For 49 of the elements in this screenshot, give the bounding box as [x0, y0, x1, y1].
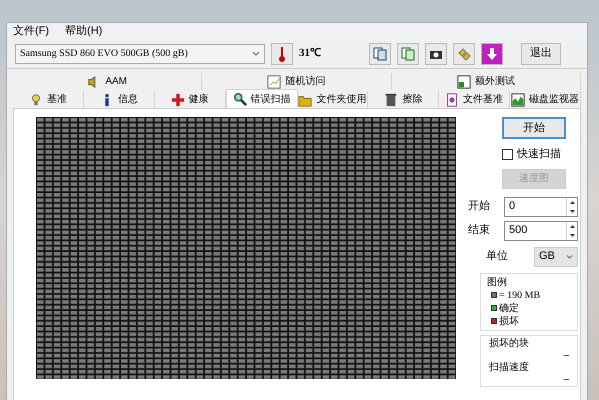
number-field[interactable]: 500: [504, 220, 578, 240]
checkbox[interactable]: [502, 148, 513, 160]
link-button[interactable]: [453, 42, 475, 64]
download-button[interactable]: [481, 42, 503, 64]
tab[interactable]: 文件夹使用: [298, 91, 368, 108]
arrow-down-icon: [486, 46, 498, 60]
copy-icon: [401, 46, 415, 60]
stat-value: –: [563, 350, 569, 362]
checkbox-label: 快速扫描: [517, 147, 561, 162]
stat-value: –: [563, 374, 569, 386]
search-icon: [232, 92, 247, 106]
field-value: 0: [508, 199, 516, 214]
thermometer-button[interactable]: [271, 42, 293, 64]
spin-arrows-icon[interactable]: [566, 198, 577, 216]
stat-label: 损坏的块: [489, 338, 530, 350]
chevron-down-icon: [252, 51, 260, 56]
unit-label: 单位: [485, 249, 508, 264]
chevron-down-icon: [566, 254, 573, 258]
menu-item[interactable]: 文件(F): [13, 22, 50, 40]
cross-icon: [170, 92, 185, 106]
copy-button[interactable]: [369, 42, 391, 64]
window-icon: [456, 74, 471, 88]
drive-name: Samsung SSD 860 EVO 500GB (500 gB): [20, 47, 189, 61]
copy-button[interactable]: [397, 42, 419, 64]
legend-title: 图例: [487, 276, 508, 288]
legend-label: 损坏: [499, 314, 519, 328]
drive-select[interactable]: Samsung SSD 860 EVO 500GB (500 gB): [15, 44, 265, 64]
number-field[interactable]: 0: [504, 196, 578, 216]
tab[interactable]: 磁盘监视器: [510, 91, 581, 108]
exit-button[interactable]: 退出: [521, 42, 561, 64]
unit-select[interactable]: GB: [534, 246, 578, 266]
legend-label: = 190 MB: [499, 288, 540, 302]
camera-button[interactable]: [425, 42, 447, 64]
trash-icon: [384, 92, 398, 106]
link-icon: [457, 46, 471, 60]
temperature: 31℃: [299, 46, 322, 62]
tab[interactable]: 错误扫描: [226, 89, 298, 108]
unit-value: GB: [539, 249, 555, 264]
field-value: 500: [508, 223, 528, 238]
field-label: 开始: [468, 199, 491, 214]
field-label: 结束: [468, 223, 491, 238]
legend-label: 确定: [499, 302, 519, 314]
stat-label: 扫描速度: [489, 362, 530, 374]
menu-item[interactable]: 帮助(H): [65, 22, 102, 40]
start-button[interactable]: 开始: [502, 117, 566, 139]
thermometer-icon: [278, 46, 286, 62]
spin-arrows-icon[interactable]: [566, 222, 577, 240]
copy-icon: [373, 46, 387, 60]
chart-icon: [267, 74, 282, 88]
